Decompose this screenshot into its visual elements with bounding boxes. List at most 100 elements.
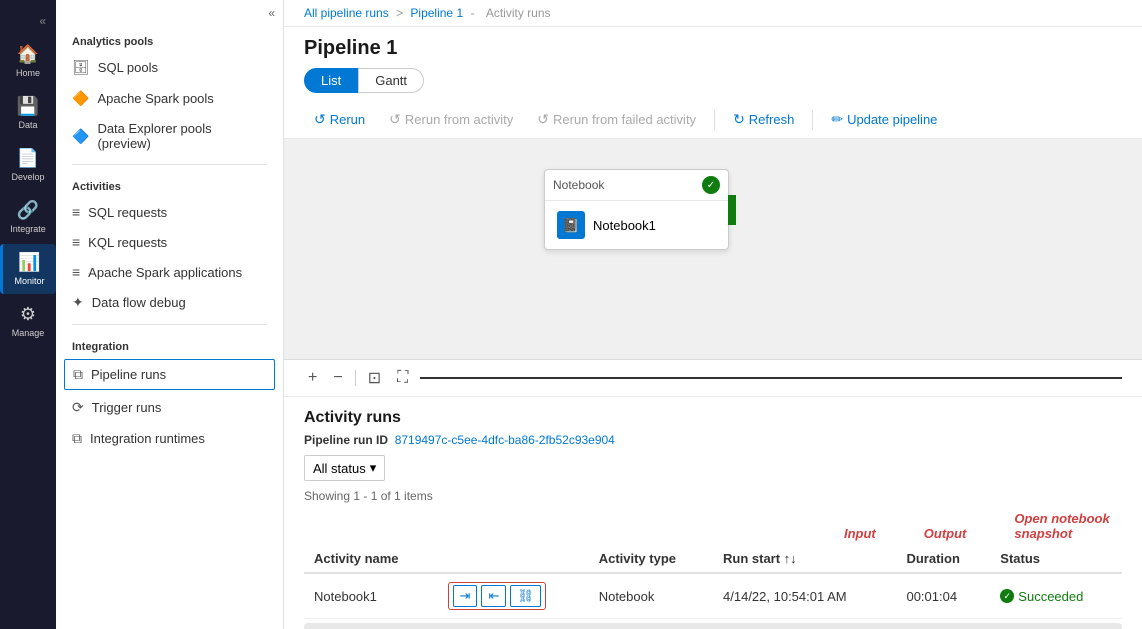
rerun-button[interactable]: ↺ Rerun — [304, 107, 375, 132]
manage-icon: ⚙ — [20, 304, 36, 325]
sidebar: « Analytics pools 🗄 SQL pools 🔶 Apache S… — [56, 0, 284, 629]
action-icons-box: ⇥ ⇤ ⛓ — [448, 582, 546, 610]
notebook-card-title: Notebook — [553, 178, 604, 192]
success-bar — [728, 195, 736, 225]
refresh-label: Refresh — [749, 112, 795, 127]
notebook-card-body: 📓 Notebook1 — [545, 201, 728, 249]
rerun-activity-label: Rerun from activity — [405, 112, 513, 127]
rerun-failed-icon: ↺ — [537, 111, 549, 128]
rerun-activity-icon: ↺ — [389, 111, 401, 128]
breadcrumb-current: Activity runs — [486, 6, 551, 20]
fit-view-button[interactable]: ⊡ — [364, 366, 385, 390]
items-count: Showing 1 - 1 of 1 items — [304, 489, 1122, 503]
notebook-card-header: Notebook ✓ — [545, 170, 728, 201]
cell-activity-name: Notebook1 — [304, 573, 438, 619]
spark-pools-icon: 🔶 — [72, 90, 89, 107]
nav-label-home: Home — [16, 68, 40, 78]
toolbar-separator-1 — [714, 110, 715, 130]
sidebar-item-sql-pools[interactable]: 🗄 SQL pools — [56, 52, 283, 83]
col-status: Status — [990, 545, 1122, 573]
collapse-sidebar-button[interactable]: « — [56, 0, 283, 26]
open-snapshot-annotation: Open notebook snapshot — [1014, 511, 1122, 541]
tab-list[interactable]: List — [304, 68, 358, 93]
pipeline-canvas[interactable]: Notebook ✓ 📓 Notebook1 — [284, 139, 1142, 360]
zoom-out-button[interactable]: − — [329, 367, 346, 389]
status-filter-label: All status — [313, 461, 366, 476]
toolbar: ↺ Rerun ↺ Rerun from activity ↺ Rerun fr… — [284, 101, 1142, 139]
sidebar-label-sql-requests: SQL requests — [88, 205, 167, 220]
integration-runtimes-icon: ⧉ — [72, 430, 82, 447]
spark-apps-icon: ≡ — [72, 264, 80, 280]
update-pipeline-button[interactable]: ✏ Update pipeline — [821, 107, 947, 132]
sidebar-label-spark-pools: Apache Spark pools — [97, 91, 213, 106]
cell-run-start: 4/14/22, 10:54:01 AM — [713, 573, 896, 619]
col-actions — [438, 545, 589, 573]
nav-item-data[interactable]: 💾 Data — [0, 88, 56, 138]
sidebar-label-kql-requests: KQL requests — [88, 235, 167, 250]
update-icon: ✏ — [831, 111, 843, 128]
breadcrumb-pipeline[interactable]: Pipeline 1 — [410, 6, 463, 20]
rerun-from-activity-button[interactable]: ↺ Rerun from activity — [379, 107, 523, 132]
nav-item-develop[interactable]: 📄 Develop — [0, 140, 56, 190]
output-action-button[interactable]: ⇤ — [481, 585, 506, 607]
activity-runs-section: Activity runs Pipeline run ID 8719497c-c… — [284, 397, 1142, 629]
notebook-activity-card[interactable]: Notebook ✓ 📓 Notebook1 — [544, 169, 729, 250]
sidebar-item-spark-apps[interactable]: ≡ Apache Spark applications — [56, 257, 283, 287]
refresh-icon: ↻ — [733, 111, 745, 128]
activity-runs-title: Activity runs — [304, 409, 1122, 427]
toolbar-separator-2 — [812, 110, 813, 130]
run-id-value: 8719497c-c5ee-4dfc-ba86-2fb52c93e904 — [395, 433, 615, 447]
collapse-nav-button[interactable]: « — [33, 8, 52, 34]
annotation-row: Input Output Open notebook snapshot — [304, 511, 1122, 541]
col-activity-type: Activity type — [589, 545, 713, 573]
sidebar-item-trigger-runs[interactable]: ⟳ Trigger runs — [56, 392, 283, 423]
input-action-button[interactable]: ⇥ — [453, 585, 478, 607]
integration-section-title: Integration — [56, 331, 283, 357]
sidebar-item-sql-requests[interactable]: ≡ SQL requests — [56, 197, 283, 227]
sidebar-divider-1 — [72, 164, 267, 165]
rerun-icon: ↺ — [314, 111, 326, 128]
monitor-icon: 📊 — [18, 252, 40, 273]
success-dot-icon: ✓ — [1000, 589, 1014, 603]
sql-pools-icon: 🗄 — [72, 59, 90, 76]
view-tabs: List Gantt — [304, 68, 1122, 93]
open-snapshot-button[interactable]: ⛓ — [510, 585, 541, 607]
page-title: Pipeline 1 — [304, 37, 1122, 60]
nav-item-home[interactable]: 🏠 Home — [0, 36, 56, 86]
sidebar-item-integration-runtimes[interactable]: ⧉ Integration runtimes — [56, 423, 283, 454]
fullscreen-button[interactable]: ⛶ — [393, 367, 412, 389]
showing-text: Showing 1 - 1 of 1 items — [304, 489, 433, 503]
data-explorer-icon: 🔷 — [72, 128, 89, 145]
sidebar-item-kql-requests[interactable]: ≡ KQL requests — [56, 227, 283, 257]
sql-requests-icon: ≡ — [72, 204, 80, 220]
input-annotation: Input — [844, 526, 876, 541]
nav-label-monitor: Monitor — [14, 276, 44, 286]
kql-requests-icon: ≡ — [72, 234, 80, 250]
cell-action-icons: ⇥ ⇤ ⛓ — [438, 573, 589, 619]
pipeline-run-id-row: Pipeline run ID 8719497c-c5ee-4dfc-ba86-… — [304, 433, 1122, 447]
canvas-ctrl-separator — [355, 370, 356, 386]
breadcrumb-all-runs[interactable]: All pipeline runs — [304, 6, 389, 20]
nav-item-manage[interactable]: ⚙ Manage — [0, 296, 56, 346]
refresh-button[interactable]: ↻ Refresh — [723, 107, 804, 132]
status-succeeded: ✓ Succeeded — [1000, 589, 1112, 604]
nav-label-integrate: Integrate — [10, 224, 46, 234]
trigger-runs-icon: ⟳ — [72, 399, 84, 416]
rerun-from-failed-button[interactable]: ↺ Rerun from failed activity — [527, 107, 706, 132]
canvas-controls: + − ⊡ ⛶ — [284, 360, 1142, 397]
sidebar-item-pipeline-runs[interactable]: ⧉ Pipeline runs — [64, 359, 275, 390]
sidebar-label-sql-pools: SQL pools — [98, 60, 158, 75]
sidebar-item-data-explorer[interactable]: 🔷 Data Explorer pools (preview) — [56, 114, 283, 158]
breadcrumb-separator-1: > — [396, 6, 406, 20]
nav-label-develop: Develop — [11, 172, 44, 182]
status-filter-dropdown[interactable]: All status ▾ — [304, 455, 385, 481]
breadcrumb: All pipeline runs > Pipeline 1 - Activit… — [284, 0, 1142, 27]
sidebar-item-spark-pools[interactable]: 🔶 Apache Spark pools — [56, 83, 283, 114]
col-activity-name: Activity name — [304, 545, 438, 573]
nav-item-monitor[interactable]: 📊 Monitor — [0, 244, 56, 294]
sidebar-item-data-flow[interactable]: ✦ Data flow debug — [56, 287, 283, 318]
horizontal-scrollbar[interactable] — [304, 623, 1122, 629]
nav-item-integrate[interactable]: 🔗 Integrate — [0, 192, 56, 242]
tab-gantt[interactable]: Gantt — [358, 68, 424, 93]
zoom-in-button[interactable]: + — [304, 367, 321, 389]
